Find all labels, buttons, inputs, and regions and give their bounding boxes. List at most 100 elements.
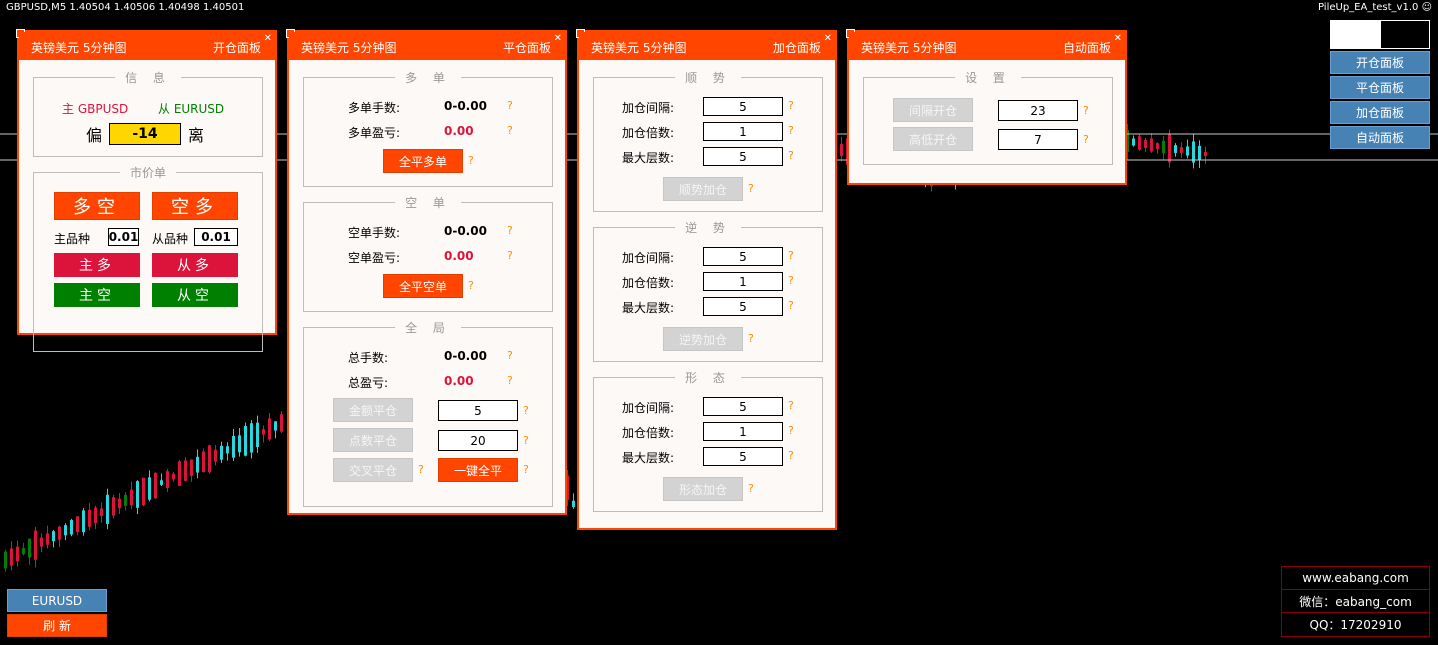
ea-name-label: PileUp_EA_test_v1.0 ☺ [1318,2,1432,13]
sub-lot-input[interactable]: 0.01 [194,228,238,246]
menu-add-panel-button[interactable]: 加仓面板 [1330,101,1430,124]
help-icon[interactable]: ? [507,249,513,262]
candle-body [1168,133,1171,163]
long-orders-group: 多 单 多单手数: 0-0.00 ? 多单盈亏: 0.00 ? 全平多单 ? [303,69,553,187]
interval-open-input[interactable]: 23 [998,100,1078,121]
panel-name: 自动面板 [1062,41,1111,55]
help-icon[interactable]: ? [507,124,513,137]
smiley-icon: ☺ [1421,2,1432,13]
help-icon[interactable]: ? [507,99,513,112]
help-icon[interactable]: ? [788,399,794,412]
main-lot-input[interactable]: 0.01 [108,228,139,246]
menu-close-panel-button[interactable]: 平仓面板 [1330,76,1430,99]
max-layers-input[interactable]: 5 [703,447,783,466]
interval-input[interactable]: 5 [703,397,783,416]
help-icon[interactable]: ? [748,182,754,195]
color-swatch-white[interactable] [1330,20,1380,49]
close-all-short-button[interactable]: 全平空单 [383,274,463,298]
multiplier-label: 加仓倍数: [622,426,675,440]
help-icon[interactable]: ? [748,482,754,495]
help-icon[interactable]: ? [1083,104,1089,117]
help-icon[interactable]: ? [788,274,794,287]
candle-body [190,459,193,476]
interval-input[interactable]: 5 [703,247,783,266]
main-short-button[interactable]: 主空 [54,283,140,307]
highlow-open-button[interactable]: 高低开仓 [893,127,973,151]
symbol-switch-button[interactable]: EURUSD [7,589,107,612]
max-layers-input[interactable]: 5 [703,297,783,316]
amount-close-button[interactable]: 金额平仓 [333,398,413,422]
help-icon[interactable]: ? [748,332,754,345]
close-all-long-button[interactable]: 全平多单 [383,149,463,173]
points-close-input[interactable]: 20 [438,430,518,451]
counter-add-button[interactable]: 逆势加仓 [663,327,743,351]
trend-add-button[interactable]: 顺势加仓 [663,177,743,201]
close-all-button[interactable]: 一键全平 [438,458,518,482]
help-icon[interactable]: ? [523,434,529,447]
short-long-button[interactable]: 空多 [152,192,238,220]
panel-name: 平仓面板 [502,41,551,55]
close-icon[interactable]: ✕ [1114,33,1122,44]
short-lots-value: 0-0.00 [444,224,487,238]
help-icon[interactable]: ? [788,299,794,312]
help-icon[interactable]: ? [523,463,529,476]
menu-open-panel-button[interactable]: 开仓面板 [1330,51,1430,74]
candle-body [232,435,235,458]
refresh-button[interactable]: 刷 新 [7,614,107,637]
help-icon[interactable]: ? [507,374,513,387]
help-icon[interactable]: ? [468,279,474,292]
help-icon[interactable]: ? [418,463,424,476]
help-icon[interactable]: ? [507,349,513,362]
multiplier-input[interactable]: 1 [703,422,783,441]
highlow-open-input[interactable]: 7 [998,129,1078,150]
cross-close-button[interactable]: 交叉平仓 [333,458,413,482]
interval-input[interactable]: 5 [703,97,783,116]
max-layers-input[interactable]: 5 [703,147,783,166]
candle-body [280,414,283,432]
close-icon[interactable]: ✕ [554,33,562,44]
long-short-button[interactable]: 多空 [54,192,140,220]
group-title: 逆 势 [675,219,741,236]
panel-header[interactable]: 英镑美元 5分钟图 加仓面板 ✕ [579,32,835,60]
panel-header[interactable]: 英镑美元 5分钟图 自动面板 ✕ [849,32,1125,60]
sub-short-button[interactable]: 从空 [152,283,238,307]
candle-body [10,548,13,566]
qq-label: QQ：17202910 [1309,618,1402,632]
deviation-right-label: 离 [188,126,205,145]
candle-body [244,425,247,456]
help-icon[interactable]: ? [788,449,794,462]
help-icon[interactable]: ? [523,404,529,417]
help-icon[interactable]: ? [788,99,794,112]
group-title: 设 置 [955,69,1021,86]
close-icon[interactable]: ✕ [264,33,272,44]
help-icon[interactable]: ? [788,149,794,162]
pattern-add-button[interactable]: 形态加仓 [663,477,743,501]
close-icon[interactable]: ✕ [824,33,832,44]
interval-open-button[interactable]: 间隔开仓 [893,98,973,122]
multiplier-input[interactable]: 1 [703,272,783,291]
candle-body [100,508,103,517]
max-layers-label: 最大层数: [622,151,675,165]
panel-title: 英镑美元 5分钟图 [861,41,957,55]
multiplier-input[interactable]: 1 [703,122,783,141]
candle-body [76,516,79,533]
candle-body [58,526,61,540]
help-icon[interactable]: ? [788,249,794,262]
help-icon[interactable]: ? [788,424,794,437]
help-icon[interactable]: ? [1083,133,1089,146]
sub-long-button[interactable]: 从多 [152,253,238,277]
points-close-button[interactable]: 点数平仓 [333,428,413,452]
color-swatch-black[interactable] [1380,20,1430,49]
pattern-add-group: 形 态 加仓间隔: 5 ? 加仓倍数: 1 ? 最大层数: 5 ? 形态加仓 ? [593,369,823,512]
main-long-button[interactable]: 主多 [54,253,140,277]
panel-header[interactable]: 英镑美元 5分钟图 平仓面板 ✕ [289,32,565,60]
help-icon[interactable]: ? [507,224,513,237]
short-pnl-value: 0.00 [444,249,474,263]
help-icon[interactable]: ? [788,124,794,137]
help-icon[interactable]: ? [468,154,474,167]
candle-body [572,500,575,507]
menu-auto-panel-button[interactable]: 自动面板 [1330,126,1430,149]
total-pnl-value: 0.00 [444,374,474,388]
panel-header[interactable]: 英镑美元 5分钟图 开仓面板 ✕ [19,32,275,60]
amount-close-input[interactable]: 5 [438,400,518,421]
